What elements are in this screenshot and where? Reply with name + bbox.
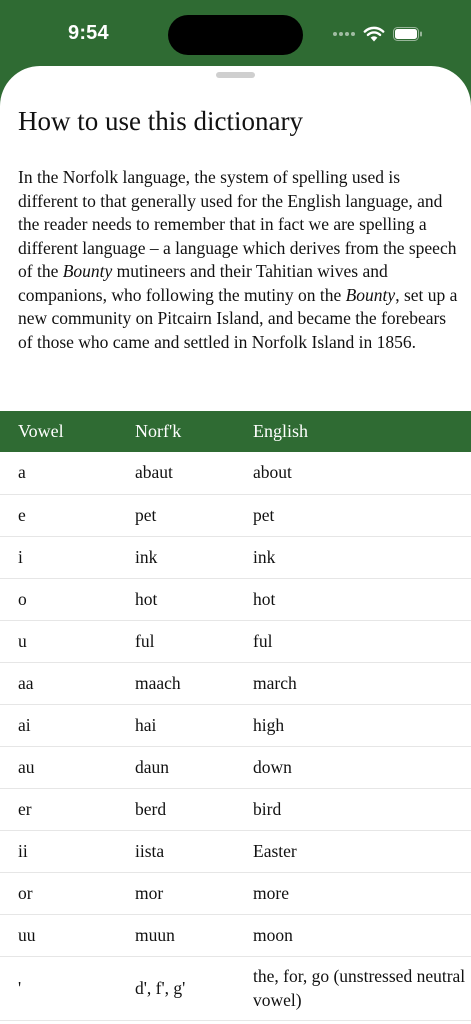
- cell-vowel: uu: [0, 914, 135, 957]
- cell-norfk: hai: [135, 704, 253, 747]
- cell-english: about: [253, 452, 471, 495]
- header-english: English: [253, 411, 471, 452]
- table-row: ' d', f', g' the, for, go (unstressed ne…: [0, 956, 471, 1021]
- table-row: uu muun moon: [0, 914, 471, 957]
- cell-english: pet: [253, 494, 471, 537]
- header-vowel: Vowel: [0, 411, 135, 452]
- cell-english: ful: [253, 620, 471, 663]
- cell-norfk: berd: [135, 788, 253, 831]
- cell-vowel: e: [0, 494, 135, 537]
- cell-english: ink: [253, 536, 471, 579]
- cell-norfk: mor: [135, 872, 253, 915]
- cell-norfk: ful: [135, 620, 253, 663]
- table-row: ai hai high: [0, 704, 471, 747]
- cell-vowel: o: [0, 578, 135, 621]
- cell-norfk: daun: [135, 746, 253, 789]
- page-title: How to use this dictionary: [18, 106, 303, 136]
- cell-english: the, for, go (unstressed neutral vowel): [253, 956, 471, 1021]
- cell-vowel: u: [0, 620, 135, 663]
- cell-norfk: abaut: [135, 452, 253, 495]
- intro-ship-name-1: Bounty: [62, 261, 113, 281]
- table-row: ii iista Easter: [0, 830, 471, 873]
- cell-vowel: ii: [0, 830, 135, 873]
- table-row: er berd bird: [0, 788, 471, 831]
- cell-norfk: maach: [135, 662, 253, 705]
- wifi-icon: [363, 26, 385, 42]
- cell-norfk: d', f', g': [135, 956, 253, 1021]
- vowel-table-header: Vowel Norf'k English: [0, 411, 471, 452]
- sheet-grabber[interactable]: [216, 72, 255, 78]
- cell-english: moon: [253, 914, 471, 957]
- table-row: a abaut about: [0, 452, 471, 495]
- battery-icon: [393, 27, 422, 41]
- cell-norfk: pet: [135, 494, 253, 537]
- dictionary-help-sheet: How to use this dictionary In the Norfol…: [0, 66, 471, 1024]
- cell-norfk: muun: [135, 914, 253, 957]
- status-time: 9:54: [68, 22, 109, 44]
- cell-norfk: iista: [135, 830, 253, 873]
- cell-english: down: [253, 746, 471, 789]
- cell-vowel: or: [0, 872, 135, 915]
- table-row: aa maach march: [0, 662, 471, 705]
- status-icons: [333, 24, 423, 44]
- status-bar: 9:54: [0, 0, 471, 66]
- table-row: or mor more: [0, 872, 471, 915]
- cell-english: hot: [253, 578, 471, 621]
- cell-vowel: ': [0, 956, 135, 1021]
- intro-paragraph: In the Norfolk language, the system of s…: [18, 166, 458, 354]
- vowel-table: Vowel Norf'k English a abaut about e pet…: [0, 411, 471, 1021]
- cell-english: more: [253, 872, 471, 915]
- cell-vowel: a: [0, 452, 135, 495]
- cell-norfk: ink: [135, 536, 253, 579]
- cell-english: high: [253, 704, 471, 747]
- cell-vowel: i: [0, 536, 135, 579]
- dynamic-island: [168, 15, 303, 55]
- cell-vowel: au: [0, 746, 135, 789]
- table-row: u ful ful: [0, 620, 471, 663]
- cell-english: Easter: [253, 830, 471, 873]
- cell-vowel: er: [0, 788, 135, 831]
- header-norfk: Norf'k: [135, 411, 253, 452]
- table-row: o hot hot: [0, 578, 471, 621]
- intro-ship-name-2: Bounty: [345, 284, 396, 305]
- table-row: au daun down: [0, 746, 471, 789]
- cell-vowel: ai: [0, 704, 135, 747]
- table-row: e pet pet: [0, 494, 471, 537]
- cell-norfk: hot: [135, 578, 253, 621]
- cell-vowel: aa: [0, 662, 135, 705]
- cell-english: bird: [253, 788, 471, 831]
- signal-icon: [333, 32, 355, 36]
- cell-english: march: [253, 662, 471, 705]
- table-row: i ink ink: [0, 536, 471, 579]
